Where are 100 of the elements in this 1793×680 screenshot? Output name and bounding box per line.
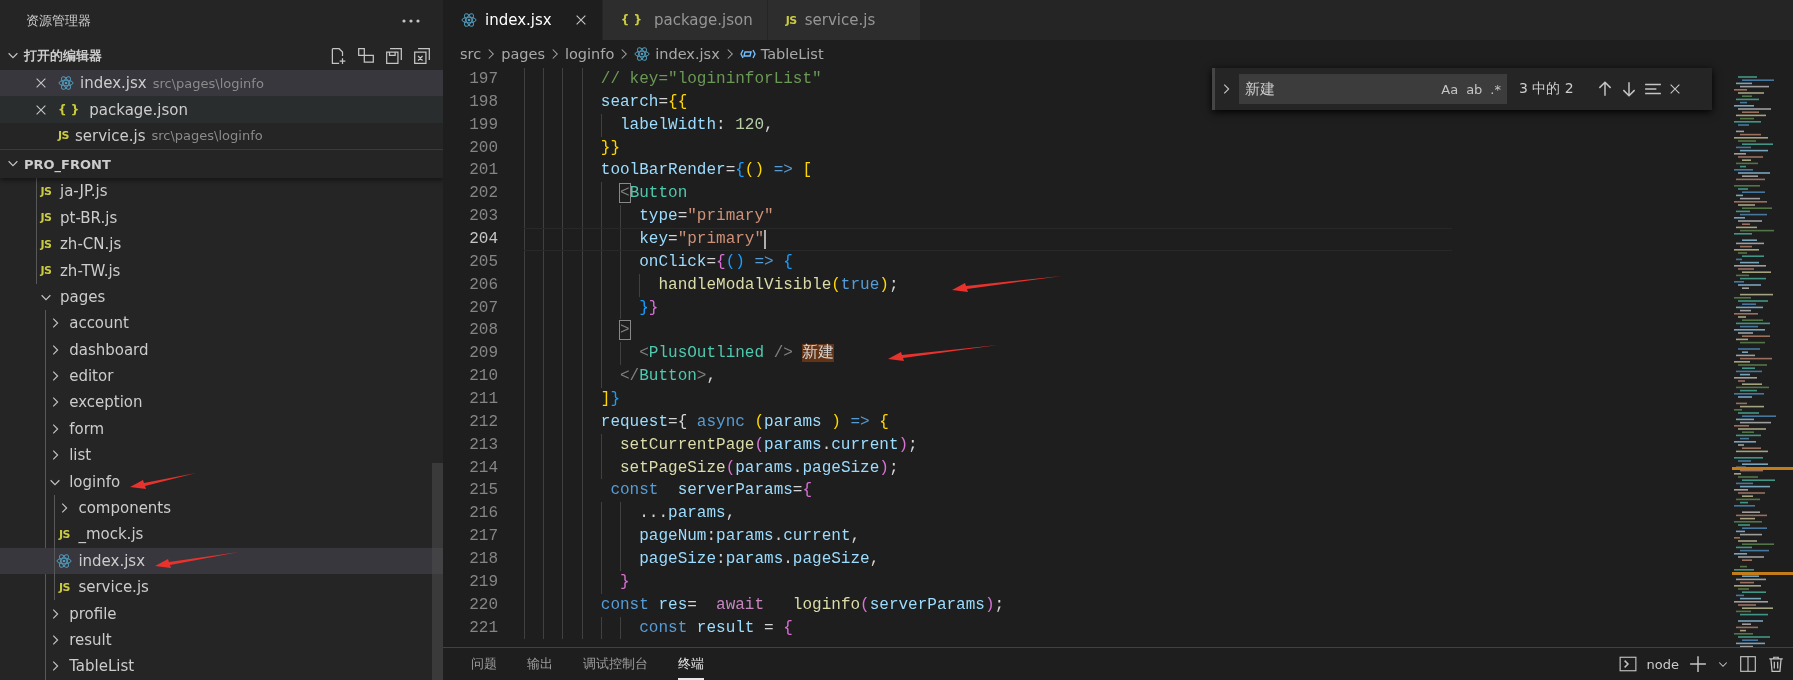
file-name[interactable]: zh-CN.js xyxy=(60,235,122,254)
find-input[interactable]: 新建 Aa ab .* xyxy=(1239,74,1507,104)
file-path: src\pages\loginfo xyxy=(151,128,263,144)
open-editor-name[interactable]: index.jsx xyxy=(80,74,147,93)
line-number: 203 xyxy=(468,206,498,228)
text-cursor xyxy=(764,229,767,249)
terminal-name[interactable]: node xyxy=(1646,656,1679,672)
layout-icon[interactable] xyxy=(357,47,375,65)
code-line: type="primary" xyxy=(639,206,774,228)
find-option[interactable]: Aa xyxy=(1441,81,1459,97)
react-icon xyxy=(634,45,651,62)
find-option[interactable]: ab xyxy=(1466,81,1483,97)
file-name[interactable]: _mock.js xyxy=(78,525,144,544)
file-path: src\pages\loginfo xyxy=(152,75,264,91)
folder-name[interactable]: loginfo xyxy=(69,472,121,491)
panel-tab[interactable]: 问题 xyxy=(471,648,497,680)
breadcrumb-item[interactable]: pages xyxy=(501,45,545,62)
line-number: 202 xyxy=(468,183,498,205)
line-number: 220 xyxy=(468,594,498,616)
editor-tab[interactable]: { } package.json xyxy=(602,0,768,40)
folder-name[interactable]: account xyxy=(69,314,129,333)
js-file-icon: JS xyxy=(58,527,70,541)
folder-name[interactable]: editor xyxy=(69,367,114,386)
breadcrumb-item[interactable]: loginfo xyxy=(564,45,615,62)
breadcrumb-item[interactable]: src xyxy=(460,45,482,62)
panel-tab[interactable]: 输出 xyxy=(527,648,553,680)
save-all-icon[interactable] xyxy=(385,47,403,65)
code-line: ]} xyxy=(600,389,621,411)
line-number: 200 xyxy=(468,137,498,159)
line-number: 209 xyxy=(468,343,498,365)
more-icon[interactable] xyxy=(401,18,421,24)
code-line: handleModalVisible(true); xyxy=(658,274,899,296)
folder-name[interactable]: pages xyxy=(60,287,106,306)
code-line: toolBarRender={() => [ xyxy=(600,160,813,182)
folder-name[interactable]: dashboard xyxy=(69,340,149,359)
code-line: const res= await loginfo(serverParams); xyxy=(600,594,1005,616)
line-number: 218 xyxy=(468,549,498,571)
folder-name[interactable]: profile xyxy=(69,604,117,623)
file-name[interactable]: pt-BR.js xyxy=(60,208,118,227)
split-icon[interactable] xyxy=(1739,655,1757,673)
react-icon xyxy=(58,75,74,92)
open-editor-name[interactable]: package.json xyxy=(89,100,189,119)
folder-name[interactable]: list xyxy=(69,446,92,465)
react-icon xyxy=(56,552,73,569)
file-name[interactable]: service.js xyxy=(78,578,149,597)
plus-icon[interactable] xyxy=(1689,655,1707,673)
code-line: request={ async (params ) => { xyxy=(600,411,889,433)
breadcrumb-item[interactable]: TableList xyxy=(760,45,824,62)
js-file-icon: JS xyxy=(40,264,52,278)
line-number: 207 xyxy=(468,297,498,319)
line-number: 211 xyxy=(468,389,498,411)
code-line: // key="logininforList" xyxy=(600,69,822,90)
js-file-icon: JS xyxy=(58,129,69,143)
line-number: 213 xyxy=(468,434,498,456)
line-number: 219 xyxy=(468,571,498,593)
code-line: setCurrentPage(params.current); xyxy=(620,434,918,456)
panel-tab[interactable]: 调试控制台 xyxy=(583,648,648,680)
code-line: > xyxy=(620,320,630,342)
breadcrumb-item[interactable]: index.jsx xyxy=(655,45,720,62)
code-line: key="primary" xyxy=(639,229,765,250)
code-line: labelWidth: 120, xyxy=(620,114,774,136)
file-name[interactable]: ja-JP.js xyxy=(60,182,108,201)
annotation-arrow xyxy=(130,471,197,492)
section-title[interactable]: 打开的编辑器 xyxy=(24,47,102,65)
line-number: 221 xyxy=(468,617,498,639)
scrollbar-thumb[interactable] xyxy=(432,463,443,680)
line-number: 217 xyxy=(468,526,498,548)
code-line: ...params, xyxy=(639,503,736,525)
folder-name[interactable]: exception xyxy=(69,393,143,412)
line-number: 208 xyxy=(468,320,498,342)
line-number: 199 xyxy=(468,114,498,136)
code-line: } xyxy=(620,571,630,593)
folder-name[interactable]: form xyxy=(69,419,105,438)
file-name[interactable]: zh-TW.js xyxy=(60,261,121,280)
close-all-icon[interactable] xyxy=(413,47,431,65)
line-number: 206 xyxy=(468,274,498,296)
panel-tab[interactable]: 终端 xyxy=(678,648,704,680)
find-option[interactable]: .* xyxy=(1490,81,1501,97)
code-line: <Button xyxy=(620,183,688,205)
trash-icon[interactable] xyxy=(1767,655,1785,673)
js-file-icon: JS xyxy=(40,237,52,251)
line-number: 201 xyxy=(468,160,498,182)
file-name[interactable]: index.jsx xyxy=(78,551,146,570)
new-file-icon[interactable] xyxy=(329,47,347,65)
project-title[interactable]: PRO_FRONT xyxy=(24,156,111,172)
folder-name[interactable]: components xyxy=(78,499,172,518)
editor-tab[interactable]: JS service.js xyxy=(767,0,921,40)
code-line: const result = { xyxy=(639,617,793,639)
open-editor-name[interactable]: service.js xyxy=(75,126,146,145)
folder-name[interactable]: TableList xyxy=(69,657,135,676)
js-file-icon: JS xyxy=(40,211,52,225)
js-file-icon: JS xyxy=(40,184,52,198)
folder-name[interactable]: result xyxy=(69,631,112,649)
line-number: 197 xyxy=(468,69,498,90)
code-line: const serverParams={ xyxy=(610,480,813,502)
line-number: 214 xyxy=(468,457,498,479)
editor-tab[interactable]: index.jsx xyxy=(443,0,603,40)
code-line: </Button>, xyxy=(620,366,717,388)
code-line: onClick={() => { xyxy=(639,251,793,273)
terminal-icon[interactable] xyxy=(1618,655,1637,673)
